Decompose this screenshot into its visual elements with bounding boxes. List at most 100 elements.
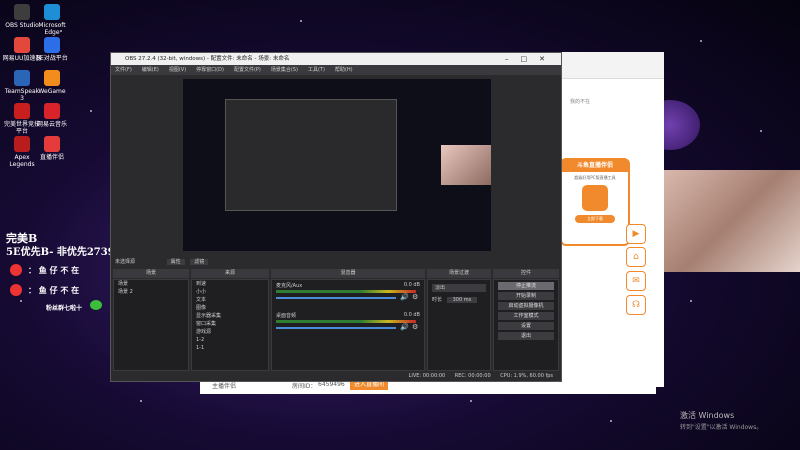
control-button[interactable]: 退出 — [498, 332, 554, 340]
app-icon — [14, 70, 30, 86]
room-id-label: 房间ID： — [292, 383, 317, 390]
desktop-meter — [276, 320, 416, 323]
window-buttons[interactable]: –□✕ — [505, 53, 557, 65]
desktop-speaker-icon[interactable]: 🔊 — [400, 323, 409, 331]
source-item[interactable]: 窗口采集 — [192, 320, 268, 328]
mixer-channel-desktop: 桌面音频 0.0 dB 🔊 ⚙ — [272, 310, 424, 340]
menu-item[interactable]: 停靠窗口(D) — [196, 67, 224, 73]
menu-item[interactable]: 场景集合(S) — [271, 67, 298, 73]
mic-volume-slider[interactable] — [276, 297, 396, 299]
menu-item[interactable]: 工具(T) — [308, 67, 325, 73]
audio-mixer: 麦克风/Aux 0.0 dB 🔊 ⚙ 桌面音频 0.0 dB 🔊 ⚙ — [271, 279, 425, 371]
app-icon — [14, 136, 30, 152]
app-icon — [14, 103, 30, 119]
no-source-label: 未选择源 — [115, 259, 136, 265]
mic-db: 0.0 dB — [403, 282, 420, 288]
promo-logo-icon — [582, 185, 608, 211]
transition-select[interactable]: 淡出 — [432, 284, 486, 292]
app-icon — [44, 103, 60, 119]
desktop-volume-slider[interactable] — [276, 327, 396, 329]
sources-list: 到速 小小 文本 图像 显示器采集 窗口采集 游戏源 1-2 1-1 — [191, 279, 269, 371]
source-item[interactable]: 显示器采集 — [192, 312, 268, 320]
status-bar: LIVE: 00:00:00 REC: 00:00:00 CPU: 1.9%, … — [111, 371, 561, 381]
source-item[interactable]: 游戏源 — [192, 328, 268, 336]
activation-watermark-sub: 转到"设置"以激活 Windows。 — [680, 424, 763, 431]
app-icon — [44, 37, 60, 53]
desktop-icon-label: Microsoft Edge — [38, 22, 66, 36]
mic-label: 麦克风/Aux — [276, 283, 303, 289]
netease-icon — [10, 284, 22, 296]
scenes-list: 场景 场景 2 — [113, 279, 189, 371]
filters-button[interactable]: 滤镜 — [190, 259, 209, 265]
obs-titlebar: OBS 27.2.4 (32-bit, windows) - 配置文件: 未命名… — [111, 53, 561, 65]
desktop-icon[interactable]: WeGame — [32, 70, 72, 95]
scene-item[interactable]: 场景 2 — [114, 288, 188, 296]
app-icon — [44, 70, 60, 86]
menu-item[interactable]: 视图(V) — [169, 67, 186, 73]
control-button[interactable]: 开始录制 — [498, 292, 554, 300]
desktop-gear-icon[interactable]: ⚙ — [412, 323, 418, 331]
source-item[interactable]: 1-1 — [192, 344, 268, 352]
weibo-text: ： 鱼 仔 不 在 — [28, 265, 80, 275]
gift-icon[interactable]: ✉ — [626, 271, 646, 291]
sources-header: 来源 — [191, 269, 269, 278]
control-button[interactable]: 启动虚拟摄像机 — [498, 302, 554, 310]
promo-subtitle: 超级好用PC版直播工具 — [574, 175, 616, 180]
control-button[interactable]: 设置 — [498, 322, 554, 330]
desktop-audio-label: 桌面音频 — [276, 313, 297, 319]
cpu-status: CPU: 1.9%, 60.00 fps — [500, 373, 553, 379]
properties-button[interactable]: 属性 — [166, 259, 185, 265]
source-item[interactable]: 1-2 — [192, 336, 268, 344]
duration-input[interactable]: 300 ms — [446, 297, 478, 303]
source-item[interactable]: 文本 — [192, 296, 268, 304]
desktop-icon[interactable]: 5E对战平台 — [32, 37, 72, 62]
desktop-icon[interactable]: 网易云音乐 — [32, 103, 72, 128]
browser-tab-label: 我的不在 — [570, 99, 591, 105]
live-status: LIVE: 00:00:00 — [408, 373, 446, 379]
controls-panel: 停止推流开始录制启动虚拟摄像机 工作室模式设置退出 — [493, 279, 559, 371]
obs-window: OBS 27.2.4 (32-bit, windows) - 配置文件: 未命名… — [110, 52, 562, 382]
control-button[interactable]: 工作室模式 — [498, 312, 554, 320]
controls-header: 控件 — [493, 269, 559, 278]
weibo-icon — [10, 264, 22, 276]
menu-item[interactable]: 帮助(H) — [335, 67, 353, 73]
headset-icon[interactable]: ☊ — [626, 295, 646, 315]
wechat-text: 粉丝群七啦十 — [46, 305, 83, 312]
menu-item[interactable]: 配置文件(P) — [234, 67, 261, 73]
promo-card: 斗鱼直播伴侣 超级好用PC版直播工具 立即下载 — [560, 158, 630, 246]
source-item[interactable]: 图像 — [192, 304, 268, 312]
menu-item[interactable]: 编辑(E) — [142, 67, 159, 73]
scene-item[interactable]: 场景 — [114, 280, 188, 288]
mic-meter — [276, 290, 416, 293]
home-icon[interactable]: ⌂ — [626, 247, 646, 267]
desktop-icon-label: 直播伴侣 — [39, 154, 64, 161]
desktop-icon[interactable]: Microsoft Edge — [32, 4, 72, 36]
scenes-header: 场景 — [113, 269, 189, 278]
duration-label: 时长 — [432, 297, 443, 303]
room-id: 6459496 — [318, 381, 345, 388]
transitions-header: 场景过渡 — [427, 269, 491, 278]
app-icon — [44, 136, 60, 152]
obs-preview[interactable] — [183, 79, 491, 251]
browser-toolbar — [556, 52, 664, 79]
activation-watermark-title: 激活 Windows — [680, 411, 735, 420]
mic-speaker-icon[interactable]: 🔊 — [400, 293, 409, 301]
mic-gear-icon[interactable]: ⚙ — [412, 293, 418, 301]
nested-obs-preview — [225, 99, 397, 211]
app-icon — [44, 4, 60, 20]
preview-webcam — [441, 145, 491, 185]
menu-item[interactable]: 文件(F) — [115, 67, 132, 73]
promo-title: 斗鱼直播伴侣 — [562, 160, 628, 172]
source-item[interactable]: 到速 — [192, 280, 268, 288]
promo-download-button[interactable]: 立即下载 — [575, 215, 615, 223]
source-item[interactable]: 小小 — [192, 288, 268, 296]
desktop-icon-label: WeGame — [38, 88, 66, 95]
transitions-panel: 淡出 时长 300 ms — [427, 279, 491, 371]
desktop-icon[interactable]: 直播伴侣 — [32, 136, 72, 161]
app-icon — [14, 37, 30, 53]
play-icon[interactable]: ▶ — [626, 224, 646, 244]
control-button[interactable]: 停止推流 — [498, 282, 554, 290]
obs-title: OBS 27.2.4 (32-bit, windows) - 配置文件: 未命名… — [125, 56, 290, 62]
desktop-icon-label: 网易云音乐 — [36, 121, 67, 128]
wechat-icon — [90, 300, 102, 310]
